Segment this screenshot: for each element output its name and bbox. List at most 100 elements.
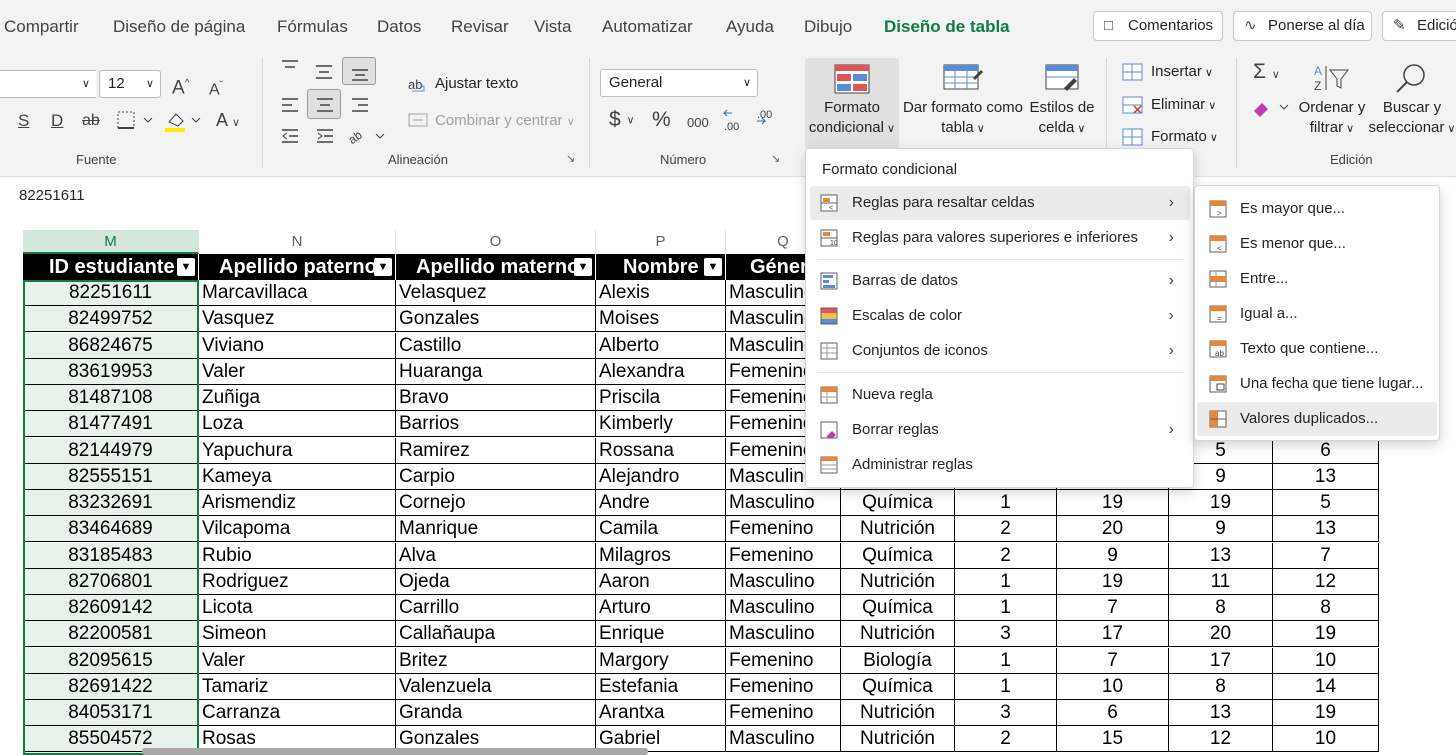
menu-item-data-bars[interactable]: Barras de datos › (810, 264, 1190, 298)
cell-apellido-paterno[interactable]: Viviano (199, 332, 396, 359)
filter-dropdown-icon[interactable]: ▼ (177, 258, 195, 276)
alignment-launcher-icon[interactable]: ↘ (566, 152, 575, 165)
cell-nombre[interactable]: Moises (596, 306, 726, 333)
cell-nota-1[interactable]: 7 (1057, 595, 1169, 621)
cell-id[interactable]: 81477491 (23, 411, 199, 438)
borders-button[interactable] (116, 110, 154, 130)
cell-nota-2[interactable]: 13 (1169, 542, 1273, 569)
submenu-item-duplicate-values[interactable]: Valores duplicados... (1197, 402, 1437, 436)
cell-carrera[interactable]: Nutrición (841, 516, 955, 543)
format-as-table-button[interactable]: Dar formato como tabla ∨ (900, 64, 1026, 139)
cell-apellido-paterno[interactable]: Carranza (199, 700, 396, 726)
cell-id[interactable]: 86824675 (23, 332, 199, 359)
increase-decimal-button[interactable]: .00 (722, 109, 744, 133)
menu-item-color-scales[interactable]: Escalas de color › (810, 299, 1190, 333)
align-bottom-button[interactable] (342, 57, 376, 85)
cell-genero[interactable]: Femenino (726, 673, 841, 700)
number-format-dropdown[interactable]: General ∨ (600, 69, 758, 97)
orientation-button[interactable]: ab (348, 126, 386, 146)
column-header-m[interactable]: M (23, 230, 199, 254)
column-header-p[interactable]: P (596, 230, 726, 254)
cell-nota-1[interactable]: 7 (1057, 647, 1169, 674)
cell-nombre[interactable]: Alberto (596, 332, 726, 359)
cell-nombre[interactable]: Rossana (596, 437, 726, 464)
sort-filter-button[interactable]: AZ Ordenar y filtrar ∨ (1296, 62, 1368, 139)
cell-nota-2[interactable]: 8 (1169, 595, 1273, 621)
cell-ciclo[interactable]: 2 (955, 542, 1057, 569)
cell-id[interactable]: 83185483 (23, 542, 199, 569)
comments-button[interactable]: □ Comentarios (1093, 11, 1223, 41)
submenu-item-between[interactable]: Entre... (1197, 262, 1437, 296)
cell-apellido-materno[interactable]: Ojeda (396, 568, 596, 595)
catchup-button[interactable]: ∿ Ponerse al día (1233, 11, 1372, 41)
cell-nombre[interactable]: Priscila (596, 385, 726, 411)
cell-id[interactable]: 82144979 (23, 437, 199, 464)
filter-dropdown-icon[interactable]: ▼ (704, 258, 722, 276)
grow-font-button[interactable]: A^ (172, 74, 189, 98)
cell-apellido-materno[interactable]: Bravo (396, 385, 596, 411)
cell-carrera[interactable]: Nutrición (841, 621, 955, 648)
cell-nota-3[interactable]: 12 (1273, 568, 1379, 595)
cell-genero[interactable]: Masculino (726, 595, 841, 621)
cell-carrera[interactable]: Química (841, 595, 955, 621)
cell-nota-2[interactable]: 8 (1169, 673, 1273, 700)
cell-apellido-paterno[interactable]: Licota (199, 595, 396, 621)
fill-color-button[interactable] (164, 110, 204, 132)
wrap-text-button[interactable]: Ajustar texto (435, 75, 518, 92)
cell-apellido-paterno[interactable]: Valer (199, 647, 396, 674)
cell-apellido-paterno[interactable]: Rubio (199, 542, 396, 569)
tab-ayuda[interactable]: Ayuda (726, 17, 774, 37)
cell-apellido-paterno[interactable]: Simeon (199, 621, 396, 648)
cell-nota-1[interactable]: 20 (1057, 516, 1169, 543)
cell-ciclo[interactable]: 1 (955, 490, 1057, 516)
tab-revisar[interactable]: Revisar (451, 17, 509, 37)
cell-ciclo[interactable]: 2 (955, 516, 1057, 543)
cell-ciclo[interactable]: 2 (955, 726, 1057, 753)
cell-id[interactable]: 82200581 (23, 621, 199, 648)
tab-diseno-pagina[interactable]: Diseño de página (113, 17, 245, 37)
cell-id[interactable]: 82691422 (23, 673, 199, 700)
strikethrough-button[interactable]: ab (82, 111, 100, 131)
align-right-button[interactable] (350, 95, 370, 115)
format-cells-button[interactable]: Formato ∨ (1151, 128, 1218, 145)
tab-vista[interactable]: Vista (534, 17, 572, 37)
cell-apellido-paterno[interactable]: Vasquez (199, 306, 396, 333)
cell-nombre[interactable]: Andre (596, 490, 726, 516)
cell-apellido-materno[interactable]: Carrillo (396, 595, 596, 621)
cell-genero[interactable]: Femenino (726, 516, 841, 543)
cell-carrera[interactable]: Nutrición (841, 700, 955, 726)
cell-apellido-materno[interactable]: Castillo (396, 332, 596, 359)
cell-nota-1[interactable]: 15 (1057, 726, 1169, 753)
submenu-item-text-contains[interactable]: ab Texto que contiene... (1197, 332, 1437, 366)
cell-nota-3[interactable]: 14 (1273, 673, 1379, 700)
cell-carrera[interactable]: Nutrición (841, 568, 955, 595)
cell-nombre[interactable]: Arturo (596, 595, 726, 621)
shrink-font-button[interactable]: Aˇ (209, 76, 223, 100)
submenu-item-date-occurring[interactable]: Una fecha que tiene lugar... (1197, 367, 1437, 401)
cell-id[interactable]: 84053171 (23, 700, 199, 726)
cell-nota-3[interactable]: 10 (1273, 726, 1379, 753)
insert-cells-button[interactable]: Insertar ∨ (1151, 63, 1213, 80)
cell-apellido-materno[interactable]: Carpio (396, 463, 596, 490)
cell-nota-3[interactable]: 5 (1273, 490, 1379, 516)
cell-nota-2[interactable]: 17 (1169, 647, 1273, 674)
decrease-indent-button[interactable] (280, 126, 300, 146)
conditional-format-button[interactable]: Formato condicional ∨ (805, 58, 899, 148)
cell-nombre[interactable]: Aaron (596, 568, 726, 595)
column-header-o[interactable]: O (396, 230, 596, 254)
cell-ciclo[interactable]: 1 (955, 568, 1057, 595)
double-underline-button[interactable]: D (51, 111, 63, 131)
increase-indent-button[interactable] (315, 126, 335, 146)
clear-button[interactable] (1252, 97, 1292, 119)
cell-apellido-paterno[interactable]: Rodriguez (199, 568, 396, 595)
cell-apellido-paterno[interactable]: Marcavillaca (199, 280, 396, 306)
cell-id[interactable]: 82706801 (23, 568, 199, 595)
tab-dibujo[interactable]: Dibujo (804, 17, 852, 37)
align-left-button[interactable] (280, 95, 300, 115)
cell-apellido-paterno[interactable]: Kameya (199, 463, 396, 490)
cell-genero[interactable]: Masculino (726, 568, 841, 595)
cell-genero[interactable]: Masculino (726, 726, 841, 753)
cell-nombre[interactable]: Milagros (596, 542, 726, 569)
number-launcher-icon[interactable]: ↘ (771, 152, 780, 165)
cell-id[interactable]: 81487108 (23, 385, 199, 411)
